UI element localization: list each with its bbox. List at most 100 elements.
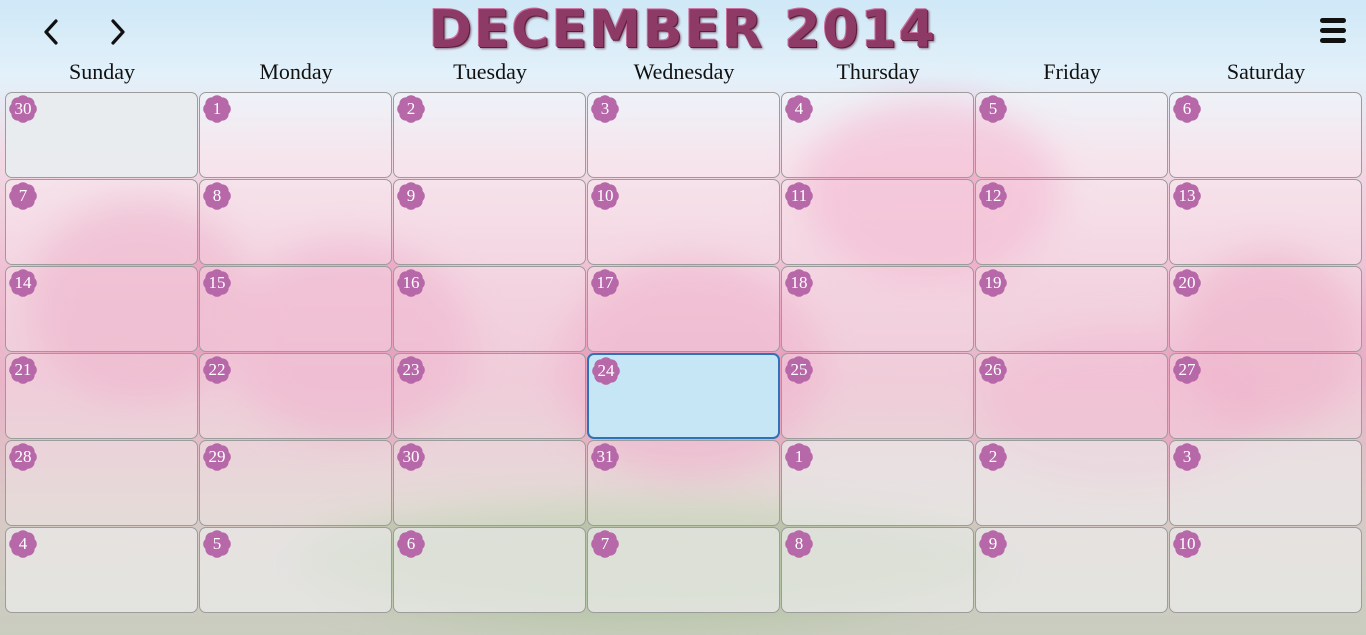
day-cell[interactable]: 15 bbox=[199, 266, 392, 352]
day-cell[interactable]: 25 bbox=[781, 353, 974, 439]
weekday-header-row: Sunday Monday Tuesday Wednesday Thursday… bbox=[5, 58, 1363, 88]
day-cell[interactable]: 20 bbox=[1169, 266, 1362, 352]
day-number: 28 bbox=[14, 447, 32, 466]
calendar-header: DECEMBER 2014 bbox=[0, 0, 1366, 60]
day-cell[interactable]: 28 bbox=[5, 440, 198, 526]
day-number: 20 bbox=[1178, 273, 1196, 292]
flower-badge-icon: 28 bbox=[8, 442, 38, 472]
day-cell[interactable]: 7 bbox=[5, 179, 198, 265]
day-cell[interactable]: 17 bbox=[587, 266, 780, 352]
day-cell[interactable]: 5 bbox=[975, 92, 1168, 178]
flower-badge-icon: 24 bbox=[591, 356, 621, 386]
flower-badge-icon: 30 bbox=[8, 94, 38, 124]
flower-badge-icon: 31 bbox=[590, 442, 620, 472]
day-cell[interactable]: 11 bbox=[781, 179, 974, 265]
day-cell[interactable]: 1 bbox=[199, 92, 392, 178]
day-cell[interactable]: 30 bbox=[5, 92, 198, 178]
day-cell[interactable]: 26 bbox=[975, 353, 1168, 439]
day-cell[interactable]: 3 bbox=[1169, 440, 1362, 526]
day-cell[interactable]: 12 bbox=[975, 179, 1168, 265]
flower-badge-icon: 6 bbox=[1172, 94, 1202, 124]
day-cell[interactable]: 9 bbox=[393, 179, 586, 265]
day-number: 9 bbox=[988, 534, 998, 553]
day-cell[interactable]: 31 bbox=[587, 440, 780, 526]
day-cell[interactable]: 10 bbox=[1169, 527, 1362, 613]
flower-badge-icon: 11 bbox=[784, 181, 814, 211]
flower-badge-icon: 5 bbox=[978, 94, 1008, 124]
day-cell[interactable]: 2 bbox=[393, 92, 586, 178]
day-cell[interactable]: 4 bbox=[5, 527, 198, 613]
flower-badge-icon: 23 bbox=[396, 355, 426, 385]
weekday-label: Wednesday bbox=[633, 59, 735, 84]
hamburger-menu-icon[interactable] bbox=[1320, 18, 1346, 46]
flower-badge-icon: 27 bbox=[1172, 355, 1202, 385]
flower-badge-icon: 10 bbox=[1172, 529, 1202, 559]
day-cell[interactable]: 27 bbox=[1169, 353, 1362, 439]
day-number: 31 bbox=[596, 447, 614, 466]
flower-badge-icon: 8 bbox=[784, 529, 814, 559]
flower-badge-icon: 22 bbox=[202, 355, 232, 385]
weekday-label: Friday bbox=[1043, 59, 1101, 84]
flower-badge-icon: 1 bbox=[784, 442, 814, 472]
flower-badge-icon: 13 bbox=[1172, 181, 1202, 211]
day-number: 29 bbox=[208, 447, 226, 466]
day-number: 11 bbox=[790, 186, 808, 205]
day-cell[interactable]: 10 bbox=[587, 179, 780, 265]
day-number: 27 bbox=[1178, 360, 1196, 379]
flower-badge-icon: 15 bbox=[202, 268, 232, 298]
flower-badge-icon: 2 bbox=[978, 442, 1008, 472]
flower-badge-icon: 30 bbox=[396, 442, 426, 472]
flower-badge-icon: 7 bbox=[590, 529, 620, 559]
day-cell[interactable]: 23 bbox=[393, 353, 586, 439]
day-number: 14 bbox=[14, 273, 32, 292]
day-number: 18 bbox=[790, 273, 808, 292]
day-number: 19 bbox=[984, 273, 1002, 292]
weekday-label: Thursday bbox=[836, 59, 920, 84]
flower-badge-icon: 10 bbox=[590, 181, 620, 211]
day-number: 22 bbox=[208, 360, 226, 379]
day-cell[interactable]: 29 bbox=[199, 440, 392, 526]
flower-badge-icon: 3 bbox=[1172, 442, 1202, 472]
day-number: 15 bbox=[208, 273, 226, 292]
day-number: 30 bbox=[14, 99, 32, 118]
flower-badge-icon: 18 bbox=[784, 268, 814, 298]
day-cell[interactable]: 19 bbox=[975, 266, 1168, 352]
flower-badge-icon: 2 bbox=[396, 94, 426, 124]
day-number: 3 bbox=[1182, 447, 1192, 466]
day-cell[interactable]: 4 bbox=[781, 92, 974, 178]
day-number: 1 bbox=[212, 99, 222, 118]
day-cell[interactable]: 14 bbox=[5, 266, 198, 352]
day-cell[interactable]: 7 bbox=[587, 527, 780, 613]
day-cell[interactable]: 5 bbox=[199, 527, 392, 613]
day-cell[interactable]: 2 bbox=[975, 440, 1168, 526]
flower-badge-icon: 1 bbox=[202, 94, 232, 124]
day-cell[interactable]: 13 bbox=[1169, 179, 1362, 265]
day-cell[interactable]: 6 bbox=[393, 527, 586, 613]
day-cell[interactable]: 8 bbox=[199, 179, 392, 265]
day-number: 6 bbox=[406, 534, 416, 553]
day-cell[interactable]: 3 bbox=[587, 92, 780, 178]
day-cell[interactable]: 18 bbox=[781, 266, 974, 352]
day-number: 9 bbox=[406, 186, 416, 205]
day-number: 21 bbox=[14, 360, 32, 379]
day-cell-today[interactable]: 24 bbox=[587, 353, 780, 439]
weekday-label: Sunday bbox=[69, 59, 135, 84]
day-cell[interactable]: 22 bbox=[199, 353, 392, 439]
day-cell[interactable]: 1 bbox=[781, 440, 974, 526]
day-cell[interactable]: 9 bbox=[975, 527, 1168, 613]
day-cell[interactable]: 8 bbox=[781, 527, 974, 613]
flower-badge-icon: 16 bbox=[396, 268, 426, 298]
day-number: 3 bbox=[600, 99, 610, 118]
flower-badge-icon: 6 bbox=[396, 529, 426, 559]
day-cell[interactable]: 21 bbox=[5, 353, 198, 439]
day-cell[interactable]: 16 bbox=[393, 266, 586, 352]
day-cell[interactable]: 6 bbox=[1169, 92, 1362, 178]
day-number: 6 bbox=[1182, 99, 1192, 118]
weekday-label: Monday bbox=[259, 59, 333, 84]
day-number: 8 bbox=[212, 186, 222, 205]
day-number: 16 bbox=[402, 273, 420, 292]
flower-badge-icon: 19 bbox=[978, 268, 1008, 298]
day-cell[interactable]: 30 bbox=[393, 440, 586, 526]
day-number: 4 bbox=[18, 534, 28, 553]
day-number: 7 bbox=[18, 186, 28, 205]
